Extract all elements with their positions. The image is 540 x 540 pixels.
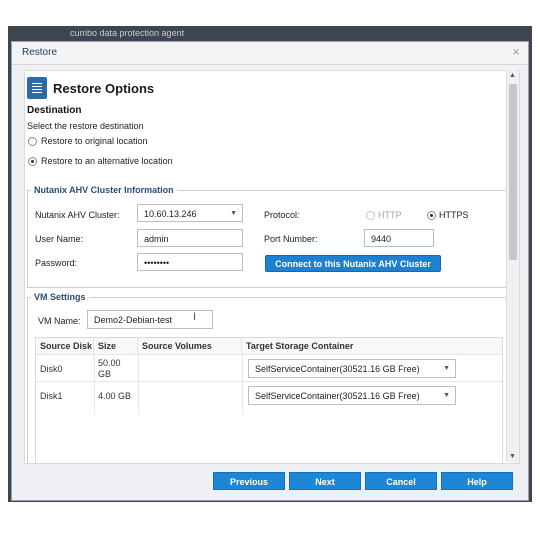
password-input[interactable]: •••••••• [137,253,243,271]
port-input[interactable]: 9440 [364,229,434,247]
disk-name: Disk1 [40,391,63,401]
help-button[interactable]: Help [441,472,513,490]
column-header-target-container: Target Storage Container [242,338,502,354]
text-cursor-icon: I [193,311,197,323]
password-label: Password: [35,258,78,268]
chevron-down-icon: ▼ [230,210,237,217]
scrollbar-thumb[interactable] [509,84,517,260]
radio-original-location-label[interactable]: Restore to original location [41,136,148,146]
document-icon [27,77,47,99]
protocol-label: Protocol: [264,210,300,220]
disk-table: Source Disk Size Source Volumes Target S… [35,337,503,463]
vm-name-value: Demo2-Debian-test [94,315,173,325]
destination-instruction: Select the restore destination [27,121,144,131]
close-icon[interactable]: × [512,44,520,59]
disk-size: 4.00 GB [98,391,132,401]
target-container-value: SelfServiceContainer(30521.16 GB Free) [255,391,420,401]
dialog-title: Restore [22,47,58,58]
disk-name: Disk0 [40,364,63,374]
radio-http-label[interactable]: HTTP [378,210,402,220]
radio-alternative-location-label[interactable]: Restore to an alternative location [41,156,173,166]
previous-button[interactable]: Previous [213,472,285,490]
username-label: User Name: [35,234,84,244]
vm-name-label: VM Name: [38,316,81,326]
disk-size-unit: GB [98,369,112,379]
cluster-info-legend: Nutanix AHV Cluster Information [31,185,177,195]
restore-dialog: Restore × Restore Options Destination Se… [11,41,529,501]
vertical-scrollbar[interactable]: ▲ ▼ [506,70,519,462]
destination-title: Destination [27,105,82,116]
column-header-source-disk: Source Disk [36,338,94,354]
username-input[interactable]: admin [137,229,243,247]
radio-alternative-location[interactable] [28,157,37,166]
connect-cluster-button[interactable]: Connect to this Nutanix AHV Cluster [265,255,441,272]
scroll-up-icon[interactable]: ▲ [509,72,516,79]
cluster-label: Nutanix AHV Cluster: [35,210,120,220]
column-header-size: Size [94,338,138,354]
table-row[interactable]: Disk1 4.00 GB SelfServiceContainer(30521… [36,381,502,409]
scroll-down-icon[interactable]: ▼ [509,453,516,460]
dialog-titlebar: Restore × [12,42,528,65]
target-container-select[interactable]: SelfServiceContainer(30521.16 GB Free) ▼ [248,359,456,378]
disk-size: 50.00 [98,358,121,368]
port-label: Port Number: [264,234,318,244]
target-container-value: SelfServiceContainer(30521.16 GB Free) [255,364,420,374]
chevron-down-icon: ▼ [443,365,450,372]
background-app-text: cumbo data protection agent [70,28,185,38]
radio-https-label[interactable]: HTTPS [439,210,469,220]
column-header-source-volumes: Source Volumes [138,338,242,354]
next-button[interactable]: Next [289,472,361,490]
cluster-select-value: 10.60.13.246 [144,209,197,219]
radio-http[interactable] [366,211,375,220]
restore-options-panel: Restore Options Destination Select the r… [24,70,520,464]
page-title: Restore Options [53,81,155,96]
vm-settings-legend: VM Settings [31,292,89,302]
chevron-down-icon: ▼ [443,392,450,399]
cluster-select[interactable]: 10.60.13.246 ▼ [137,204,243,222]
target-container-select[interactable]: SelfServiceContainer(30521.16 GB Free) ▼ [248,386,456,405]
table-row[interactable]: Disk0 50.00 GB SelfServiceContainer(3052… [36,354,502,382]
radio-original-location[interactable] [28,137,37,146]
cancel-button[interactable]: Cancel [365,472,437,490]
radio-https[interactable] [427,211,436,220]
